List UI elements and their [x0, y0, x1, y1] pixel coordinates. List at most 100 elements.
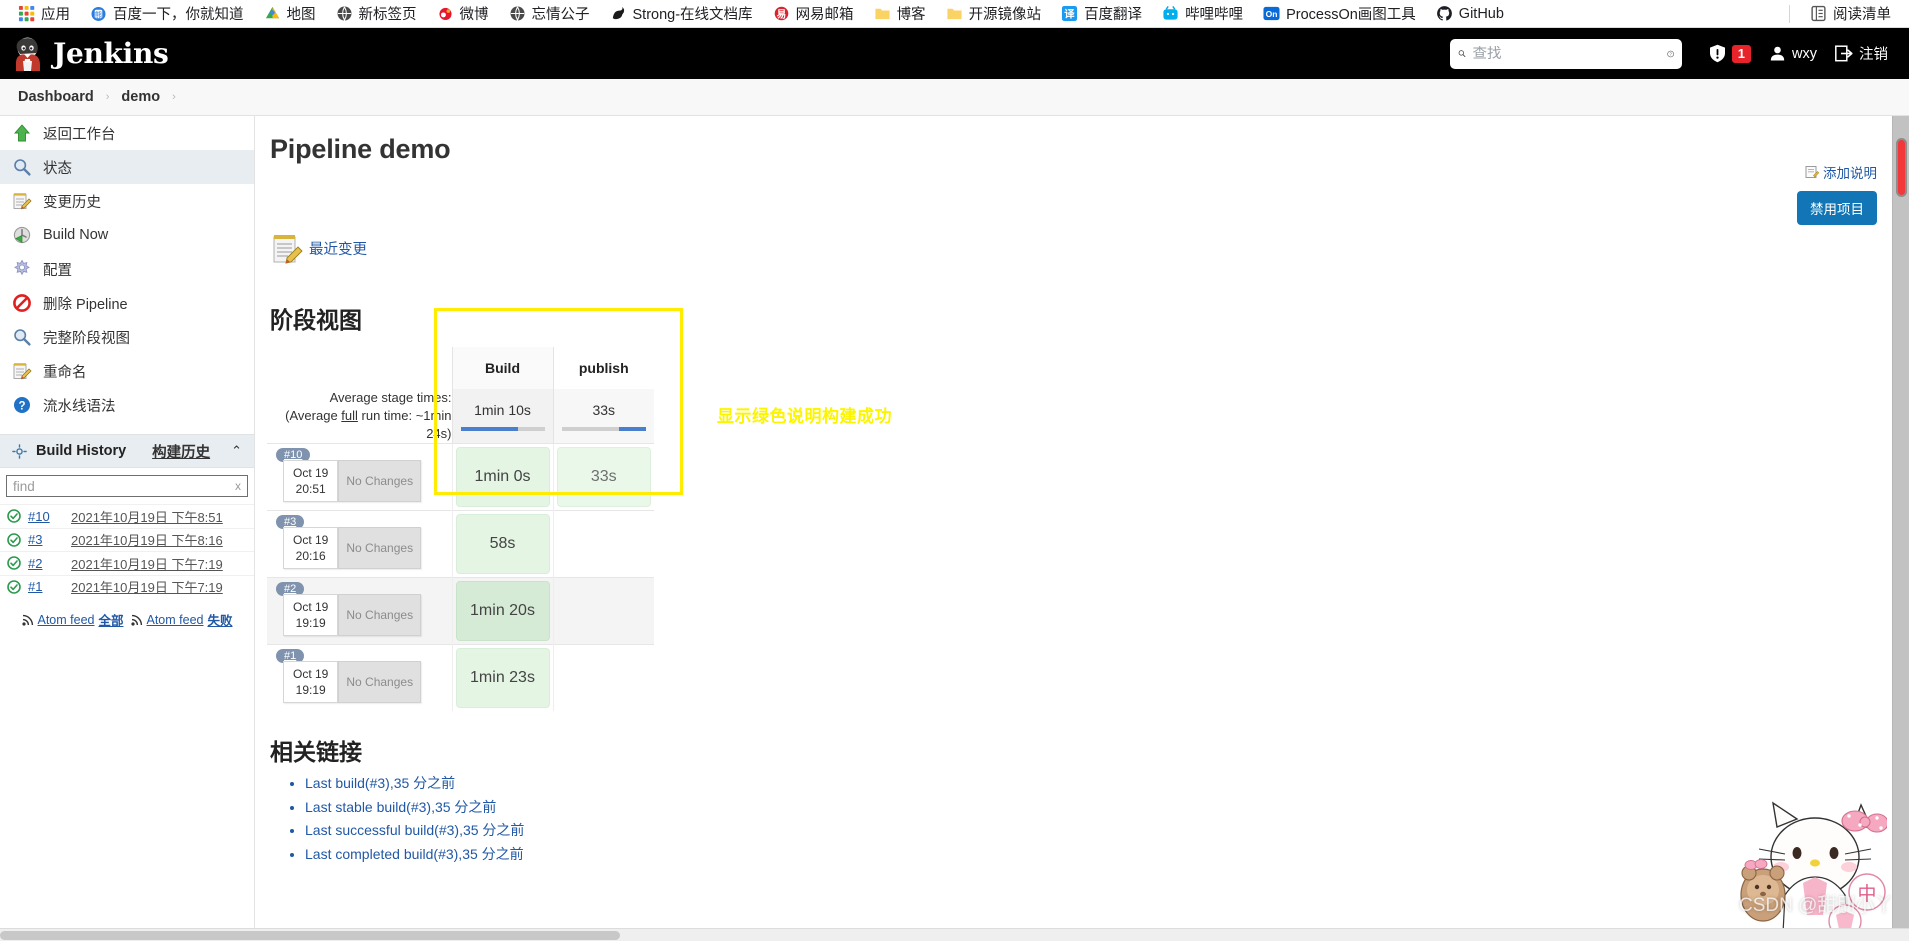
- run-date-box[interactable]: Oct 19 19:19: [283, 661, 339, 703]
- build-history-row[interactable]: #10 2021年10月19日 下午8:51: [0, 504, 254, 528]
- horizontal-scrollbar-thumb[interactable]: [0, 931, 620, 940]
- build-date-link[interactable]: 2021年10月19日 下午7:19: [71, 577, 223, 596]
- bookmark-5[interactable]: 忘情公子: [499, 1, 600, 26]
- recent-changes-row[interactable]: 最近变更: [270, 231, 1909, 265]
- gear-icon: [14, 259, 30, 276]
- run-meta-box: Oct 19 20:16 No Changes: [283, 527, 422, 569]
- sidebar-item-5[interactable]: 删除 Pipeline: [0, 286, 254, 320]
- page-vertical-scrollbar[interactable]: [1892, 116, 1909, 941]
- chevron-up-icon[interactable]: ⌃: [231, 443, 242, 459]
- security-alerts-button[interactable]: 1: [1700, 36, 1760, 72]
- average-bar-fill-publish: [618, 426, 646, 431]
- stage-duration-box[interactable]: 1min 0s: [455, 447, 550, 507]
- build-number-link[interactable]: #2: [28, 556, 64, 571]
- related-link-item[interactable]: Last completed build(#3),35 分之前: [305, 844, 1909, 864]
- build-history-link[interactable]: 构建历史: [152, 441, 210, 462]
- add-description-button[interactable]: 添加说明: [1797, 162, 1877, 182]
- logout-button[interactable]: 注销: [1826, 36, 1897, 72]
- build-date-link[interactable]: 2021年10月19日 下午8:51: [71, 507, 223, 526]
- recent-changes-link[interactable]: 最近变更: [309, 238, 367, 259]
- sidebar-item-7[interactable]: 重命名: [0, 354, 254, 388]
- build-history-icon: [12, 443, 27, 459]
- disable-project-button[interactable]: 禁用项目: [1797, 191, 1877, 225]
- atom-feed-failed[interactable]: Atom feed 失败: [130, 610, 233, 629]
- bookmark-7[interactable]: 易网易邮箱: [763, 1, 864, 26]
- build-number-link[interactable]: #3: [28, 532, 64, 547]
- bookmark-2[interactable]: 地图: [254, 1, 326, 26]
- build-number-link[interactable]: #10: [28, 509, 64, 524]
- bookmark-6[interactable]: Strong-在线文档库: [600, 1, 763, 26]
- bookmark-12[interactable]: On ProcessOn画图工具: [1253, 1, 1426, 26]
- build-history-find-box[interactable]: x: [6, 475, 248, 497]
- search-input[interactable]: [1472, 45, 1660, 62]
- stage-duration-box[interactable]: 58s: [455, 514, 550, 574]
- bookmark-label-13: GitHub: [1458, 5, 1504, 22]
- bookmark-label-1: 百度一下，你就知道: [113, 7, 244, 23]
- user-menu-button[interactable]: wxy: [1760, 36, 1826, 72]
- breadcrumb-separator-icon: ›: [105, 91, 110, 103]
- status-success-icon: [7, 509, 21, 524]
- run-date-box[interactable]: Oct 19 20:51: [283, 460, 339, 502]
- related-link-item[interactable]: Last build(#3),35 分之前: [305, 773, 1909, 793]
- stage-header-build[interactable]: Build: [451, 347, 553, 389]
- bookmark-9[interactable]: 开源镜像站: [936, 1, 1052, 26]
- notepad-edit-icon: [13, 363, 32, 380]
- average-cell-publish: 33s: [552, 389, 654, 444]
- avg-full-word[interactable]: full: [341, 408, 358, 423]
- sidebar-item-4[interactable]: 配置: [0, 252, 254, 286]
- bookmark-0[interactable]: 应用: [8, 1, 80, 26]
- clear-find-icon[interactable]: x: [235, 479, 241, 493]
- sidebar-item-6[interactable]: 完整阶段视图: [0, 320, 254, 354]
- bookmark-4[interactable]: 微博: [427, 1, 499, 26]
- build-history-row[interactable]: #3 2021年10月19日 下午8:16: [0, 527, 254, 552]
- bookmark-13[interactable]: GitHub: [1426, 3, 1514, 24]
- swan-icon: [612, 6, 624, 20]
- rss-icon-2: [130, 614, 142, 626]
- sidebar-item-2[interactable]: 变更历史: [0, 184, 254, 218]
- stage-view-title: 阶段视图: [270, 307, 362, 333]
- sidebar: 返回工作台 状态 变更历史 Build Now 配置删除 Pipeline 完整阶段视图重…: [0, 116, 255, 941]
- breadcrumb-item-dashboard[interactable]: Dashboard: [12, 89, 100, 105]
- run-date-text: Oct 19: [293, 466, 329, 480]
- build-history-row[interactable]: #1 2021年10月19日 下午7:19: [0, 574, 254, 599]
- stage-duration-box[interactable]: 1min 23s: [455, 648, 550, 708]
- bookmark-8[interactable]: 博客: [864, 1, 936, 26]
- build-history-find-input[interactable]: [13, 478, 235, 494]
- related-link-item[interactable]: Last successful build(#3),35 分之前: [305, 820, 1909, 840]
- build-history-header: Build History 构建历史 ⌃: [0, 434, 254, 468]
- notepad-edit-icon: [273, 235, 303, 264]
- jenkins-brand-link[interactable]: Jenkins: [12, 37, 169, 71]
- build-date-link[interactable]: 2021年10月19日 下午8:16: [71, 530, 223, 549]
- average-stage-times-label: Average stage times: (Average full run t…: [267, 389, 452, 444]
- bookmark-1[interactable]: 熊百度一下，你就知道: [80, 1, 254, 26]
- breadcrumb-item-demo[interactable]: demo: [115, 89, 166, 105]
- sidebar-item-label-3: Build Now: [43, 227, 109, 243]
- atom-feed-all[interactable]: Atom feed 全部: [21, 610, 124, 629]
- stage-header-publish[interactable]: publish: [552, 347, 654, 389]
- related-link-item[interactable]: Last stable build(#3),35 分之前: [305, 797, 1909, 817]
- svg-text:易: 易: [776, 9, 785, 20]
- sidebar-item-0[interactable]: 返回工作台: [0, 116, 254, 150]
- sidebar-item-label-4: 配置: [43, 262, 72, 279]
- bookmark-11[interactable]: 哔哩哔哩: [1152, 1, 1253, 26]
- stage-duration-box[interactable]: 33s: [556, 447, 651, 507]
- page-horizontal-scrollbar[interactable]: [0, 928, 1909, 941]
- sidebar-item-3[interactable]: Build Now: [0, 218, 254, 252]
- run-date-box[interactable]: Oct 19 20:16: [283, 527, 339, 569]
- build-history-row[interactable]: #2 2021年10月19日 下午7:19: [0, 551, 254, 575]
- status-success-icon: [7, 579, 21, 594]
- bookmark-3[interactable]: 新标签页: [326, 1, 427, 26]
- build-date-link[interactable]: 2021年10月19日 下午7:19: [71, 554, 223, 573]
- reading-list-button[interactable]: 阅读清单: [1800, 1, 1901, 26]
- stage-duration-box[interactable]: 1min 20s: [455, 581, 550, 641]
- svg-text:?: ?: [1669, 51, 1672, 56]
- build-number-link[interactable]: #1: [28, 579, 64, 594]
- run-date-box[interactable]: Oct 19 19:19: [283, 594, 339, 636]
- sidebar-item-8[interactable]: ? 流水线语法: [0, 388, 254, 422]
- header-search-box[interactable]: ?: [1449, 38, 1682, 69]
- vertical-scrollbar-thumb[interactable]: [1896, 138, 1907, 197]
- stage-run-row: #1 Oct 19 19:19 No Changes 1min 23s: [267, 644, 654, 711]
- help-circle-icon[interactable]: ?: [1666, 46, 1674, 62]
- bookmark-10[interactable]: 译百度翻译: [1051, 1, 1152, 26]
- sidebar-item-1[interactable]: 状态: [0, 150, 254, 184]
